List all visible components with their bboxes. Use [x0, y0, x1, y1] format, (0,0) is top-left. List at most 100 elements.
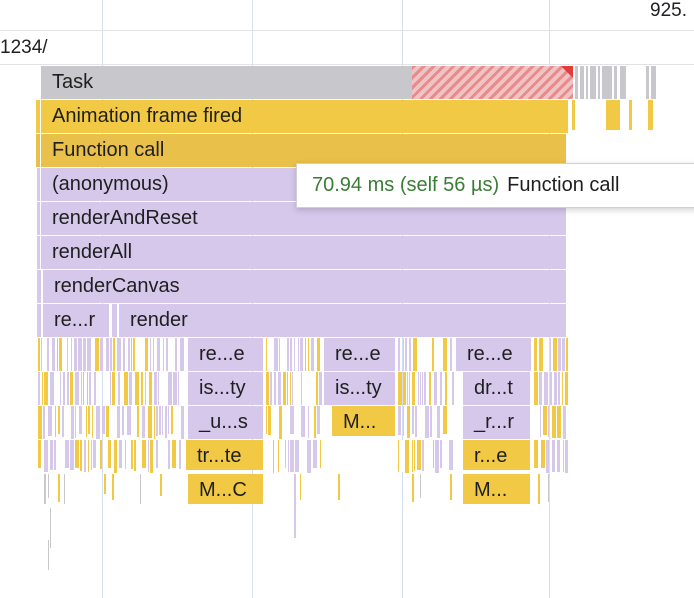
- flame-sliver[interactable]: [38, 406, 42, 439]
- flame-sliver[interactable]: [71, 406, 74, 439]
- flame-sliver[interactable]: [405, 338, 407, 371]
- flame-sliver[interactable]: [279, 338, 280, 371]
- flame-sliver[interactable]: [283, 372, 286, 405]
- flame-sliver[interactable]: [172, 440, 176, 468]
- flame-sliver[interactable]: [308, 406, 309, 438]
- flame-sliver[interactable]: [65, 406, 66, 437]
- task-sliver[interactable]: [614, 66, 617, 99]
- flame-entry-r-e[interactable]: r...e: [463, 440, 531, 470]
- flame-entry-render-all[interactable]: renderAll: [41, 236, 567, 269]
- flame-sliver[interactable]: [59, 440, 62, 468]
- flame-sliver[interactable]: [298, 338, 299, 371]
- flame-sliver[interactable]: [270, 338, 273, 371]
- flame-sliver[interactable]: [562, 338, 565, 371]
- task-sliver[interactable]: [602, 66, 612, 99]
- flame-sliver[interactable]: [113, 338, 115, 371]
- flame-sliver[interactable]: [432, 338, 434, 371]
- flame-sliver[interactable]: [100, 338, 103, 371]
- flame-sliver[interactable]: [420, 372, 421, 405]
- flame-sliver[interactable]: [91, 440, 92, 470]
- flame-sliver[interactable]: [44, 440, 48, 472]
- flame-entry-r-r[interactable]: _r...r: [463, 406, 531, 439]
- flame-sliver[interactable]: [434, 372, 437, 405]
- flame-sliver[interactable]: [282, 338, 286, 371]
- flame-sliver[interactable]: [110, 338, 112, 371]
- flame-sliver[interactable]: [558, 338, 561, 371]
- flame-sliver[interactable]: [154, 372, 157, 405]
- flame-sliver[interactable]: [93, 440, 96, 468]
- flame-sliver[interactable]: [421, 406, 424, 435]
- flame-sliver[interactable]: [445, 440, 447, 472]
- flame-sliver[interactable]: [104, 474, 106, 494]
- flame-sliver[interactable]: [84, 440, 86, 472]
- flame-sliver[interactable]: [131, 338, 132, 371]
- flame-sliver[interactable]: [171, 406, 173, 434]
- flame-sliver[interactable]: [557, 440, 560, 472]
- flame-sliver[interactable]: [275, 440, 277, 471]
- flame-sliver[interactable]: [75, 440, 79, 468]
- flame-sliver[interactable]: [127, 406, 131, 435]
- flame-sliver[interactable]: [443, 406, 447, 434]
- flame-sliver[interactable]: [566, 338, 568, 371]
- flame-sliver[interactable]: [443, 338, 447, 371]
- flame-sliver[interactable]: [154, 406, 155, 439]
- flame-entry-render-short[interactable]: re...r: [43, 304, 110, 337]
- flame-sliver[interactable]: [124, 372, 128, 405]
- flame-sliver[interactable]: [67, 372, 69, 405]
- flame-sliver[interactable]: [422, 372, 423, 405]
- flame-sliver[interactable]: [48, 474, 49, 498]
- flame-sliver[interactable]: [102, 406, 105, 434]
- task-sliver[interactable]: [646, 66, 649, 99]
- flame-sliver[interactable]: [308, 338, 309, 371]
- flame-sliver[interactable]: [70, 440, 74, 470]
- flame-sliver[interactable]: [67, 338, 68, 371]
- task-sliver[interactable]: [575, 66, 578, 99]
- flame-sliver[interactable]: [122, 406, 124, 435]
- flame-sliver[interactable]: [420, 474, 421, 498]
- flame-sliver[interactable]: [145, 372, 146, 405]
- flame-sliver[interactable]: [160, 474, 162, 496]
- flame-sliver[interactable]: [545, 338, 547, 371]
- flame-sliver[interactable]: [539, 372, 542, 405]
- flame-sliver[interactable]: [287, 372, 288, 405]
- flame-sliver[interactable]: [162, 406, 163, 435]
- flame-sliver[interactable]: [538, 474, 540, 504]
- flame-sliver[interactable]: [150, 338, 151, 371]
- flame-sliver[interactable]: [36, 134, 40, 167]
- flame-sliver[interactable]: [132, 406, 136, 438]
- flame-sliver[interactable]: [295, 372, 298, 405]
- flame-sliver[interactable]: [398, 406, 401, 435]
- flame-sliver[interactable]: [268, 406, 271, 435]
- flame-sliver[interactable]: [86, 406, 87, 437]
- flame-sliver[interactable]: [552, 406, 556, 438]
- flame-sliver[interactable]: [112, 372, 115, 405]
- flame-sliver[interactable]: [317, 406, 320, 434]
- flame-sliver[interactable]: [165, 406, 167, 438]
- flame-sliver[interactable]: [97, 440, 99, 470]
- flame-sliver[interactable]: [87, 372, 88, 405]
- flame-sliver[interactable]: [145, 338, 148, 371]
- flame-entry-m[interactable]: M...: [332, 406, 396, 436]
- flame-sliver[interactable]: [274, 338, 278, 371]
- flame-sliver[interactable]: [425, 406, 429, 438]
- flame-sliver[interactable]: [161, 440, 165, 470]
- flame-sliver[interactable]: [563, 440, 564, 472]
- flame-sliver[interactable]: [449, 440, 453, 470]
- flame-sliver[interactable]: [449, 372, 451, 405]
- flame-sliver[interactable]: [314, 406, 316, 438]
- flame-sliver[interactable]: [106, 338, 109, 371]
- flame-sliver[interactable]: [300, 338, 303, 371]
- flame-sliver[interactable]: [414, 440, 415, 471]
- flame-sliver[interactable]: [403, 338, 404, 371]
- flame-sliver[interactable]: [171, 338, 173, 371]
- flame-sliver[interactable]: [173, 372, 177, 405]
- flame-sliver[interactable]: [181, 372, 183, 405]
- flame-sliver[interactable]: [59, 338, 62, 371]
- flame-sliver[interactable]: [409, 338, 411, 371]
- flame-sliver[interactable]: [629, 100, 632, 130]
- flame-sliver[interactable]: [539, 338, 543, 371]
- flame-sliver[interactable]: [266, 406, 267, 434]
- flame-sliver[interactable]: [422, 338, 424, 371]
- flame-sliver[interactable]: [121, 372, 122, 405]
- flame-sliver[interactable]: [290, 338, 292, 371]
